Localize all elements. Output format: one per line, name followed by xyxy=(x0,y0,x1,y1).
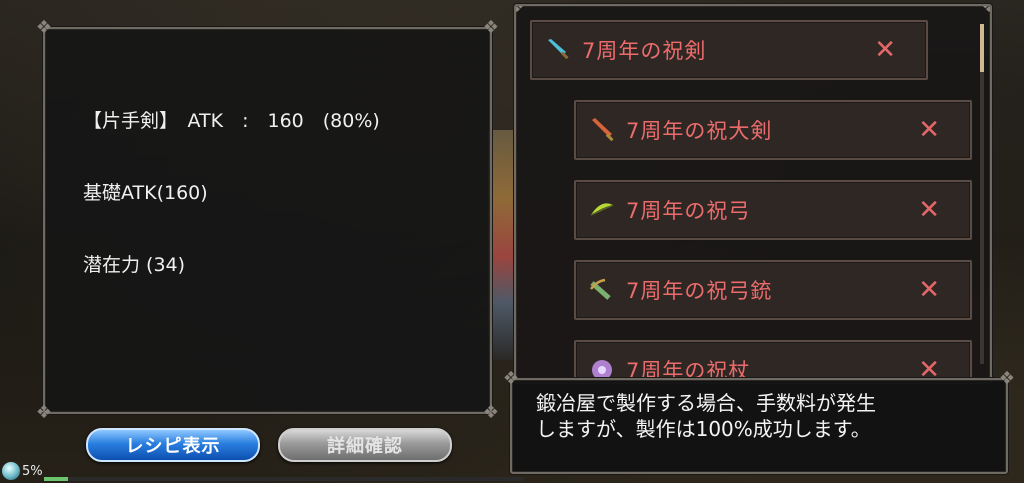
item-name: 7周年の祝弓 xyxy=(626,199,751,223)
message-text: 鍛冶屋で製作する場合、手数料が発生 しますが、製作は100%成功します。 xyxy=(536,390,876,442)
progress-bar-fill xyxy=(44,477,68,481)
message-line: しますが、製作は100%成功します。 xyxy=(536,417,871,441)
progress-bar xyxy=(44,477,524,481)
list-scrollbar[interactable] xyxy=(980,24,984,364)
item-list-panel: ❖ ❖ 7周年の祝剣 ✕ 7周年の祝大剣 ✕ 7周年の祝弓 ✕ 7周年の祝弓銃 … xyxy=(514,4,992,384)
frame-corner-ornament: ❖ xyxy=(998,368,1016,389)
close-icon[interactable]: ✕ xyxy=(918,115,940,145)
frame-corner-ornament: ❖ xyxy=(516,6,528,18)
scrollbar-thumb[interactable] xyxy=(980,24,984,72)
list-item[interactable]: 7周年の祝剣 ✕ xyxy=(530,20,928,80)
close-icon[interactable]: ✕ xyxy=(918,275,940,305)
item-name: 7周年の祝弓銃 xyxy=(626,279,773,303)
weapon-info-panel: ❖ ❖ ❖ ❖ 【片手剣】 ATK : 160 (80%) 基礎ATK(160)… xyxy=(36,17,499,423)
sword-icon xyxy=(544,36,572,64)
recipe-button[interactable]: レシピ表示 xyxy=(86,428,260,462)
frame-corner-ornament: ❖ xyxy=(482,402,500,423)
frame-corner-ornament: ❖ xyxy=(35,17,53,38)
frame-corner-ornament: ❖ xyxy=(482,17,500,38)
status-indicator: 5% xyxy=(2,462,43,480)
weapon-type-atk: 【片手剣】 ATK : 160 (80%) xyxy=(83,110,380,132)
list-item[interactable]: 7周年の祝大剣 ✕ xyxy=(574,100,972,160)
potential: 潜在力 (34) xyxy=(83,254,186,276)
greatsword-icon xyxy=(588,116,616,144)
frame-corner-ornament: ❖ xyxy=(35,402,53,423)
message-line: 鍛冶屋で製作する場合、手数料が発生 xyxy=(536,391,876,415)
close-icon[interactable]: ✕ xyxy=(918,195,940,225)
orb-icon xyxy=(2,462,20,480)
bow-icon xyxy=(588,196,616,224)
detail-button[interactable]: 詳細確認 xyxy=(278,428,452,462)
item-name: 7周年の祝大剣 xyxy=(626,119,773,143)
close-icon[interactable]: ✕ xyxy=(874,35,896,65)
frame-corner-ornament: ❖ xyxy=(978,6,990,18)
message-box: ❖ ❖ 鍛冶屋で製作する場合、手数料が発生 しますが、製作は100%成功します。 xyxy=(503,368,1015,474)
list-item[interactable]: 7周年の祝弓 ✕ xyxy=(574,180,972,240)
frame-corner-ornament: ❖ xyxy=(502,368,520,389)
base-atk: 基礎ATK(160) xyxy=(83,182,208,204)
list-item[interactable]: 7周年の祝弓銃 ✕ xyxy=(574,260,972,320)
item-name: 7周年の祝剣 xyxy=(582,39,707,63)
crossbow-icon xyxy=(588,276,616,304)
progress-percent: 5% xyxy=(22,463,43,479)
weapon-stats: 【片手剣】 ATK : 160 (80%) 基礎ATK(160) 潜在力 (34… xyxy=(83,61,380,325)
